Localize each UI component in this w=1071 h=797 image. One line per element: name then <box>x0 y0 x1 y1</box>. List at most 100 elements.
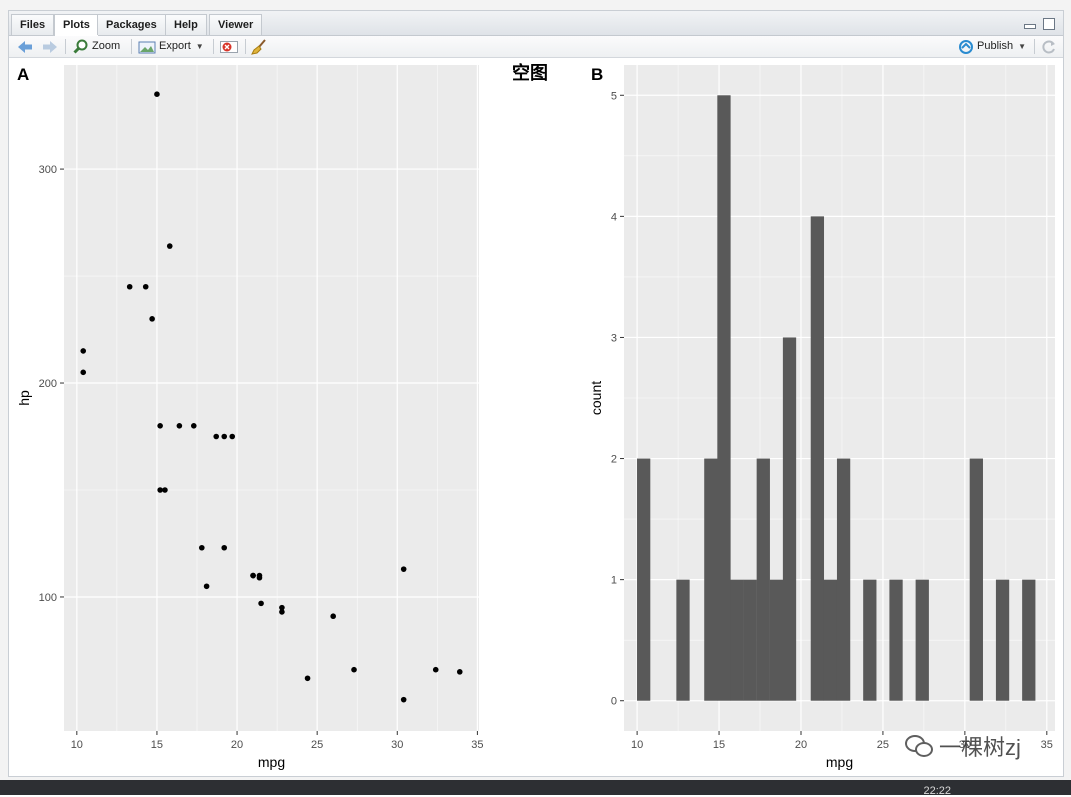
y-axis-title: count <box>588 381 604 415</box>
x-tick-label: 25 <box>311 739 323 751</box>
x-tick-label: 10 <box>71 739 83 751</box>
toolbar-divider <box>65 39 66 54</box>
watermark: 一棵树zj <box>905 730 1021 762</box>
x-tick-label: 15 <box>151 739 163 751</box>
scatter-point <box>258 600 264 607</box>
scatter-point <box>142 283 149 290</box>
y-tick-label: 1 <box>611 575 617 587</box>
export-menu-button[interactable]: Export ▼ <box>138 37 204 56</box>
x-tick-label: 35 <box>471 739 483 751</box>
scatter-point <box>157 423 163 429</box>
scatter-point <box>351 666 357 673</box>
tab-help[interactable]: Help <box>165 14 207 35</box>
wechat-icon <box>905 735 933 757</box>
toolbar-divider <box>131 39 132 54</box>
empty-plot-title: 空图 <box>512 62 548 84</box>
y-tick-label: 2 <box>611 454 617 466</box>
rstudio-window: Files Plots Packages Help Viewer Zoom Ex… <box>0 0 1071 795</box>
x-tick-label: 30 <box>391 739 403 751</box>
scatter-point <box>190 423 197 429</box>
scatter-point <box>157 487 163 493</box>
refresh-button[interactable] <box>1041 37 1057 56</box>
scatter-point <box>330 613 336 620</box>
remove-plot-icon <box>220 40 238 53</box>
x-axis-title: mpg <box>258 754 285 770</box>
y-tick-label: 4 <box>611 211 617 223</box>
histogram-bar <box>782 337 797 701</box>
histogram-bar <box>676 579 690 701</box>
pane-window-controls <box>1021 17 1055 35</box>
histogram-bar <box>730 579 744 701</box>
watermark-text: 一棵树zj <box>939 735 1021 760</box>
scatter-point <box>456 669 463 675</box>
scatter-point <box>400 566 407 572</box>
scatter-point <box>166 243 173 249</box>
chevron-down-icon: ▼ <box>1018 42 1026 51</box>
y-tick-label: 300 <box>39 164 57 176</box>
tab-packages[interactable]: Packages <box>97 14 166 35</box>
y-tick-label: 5 <box>611 90 617 102</box>
y-tick-label: 0 <box>611 696 617 708</box>
y-tick-label: 100 <box>39 592 57 604</box>
toolbar-divider <box>245 39 246 54</box>
plots-pane: Files Plots Packages Help Viewer Zoom Ex… <box>8 10 1064 777</box>
zoom-icon <box>73 39 88 54</box>
chevron-down-icon: ▼ <box>195 42 204 51</box>
scatter-point <box>279 604 285 611</box>
x-tick-label: 25 <box>877 739 889 751</box>
panel-tag: B <box>591 65 603 84</box>
y-tick-label: 3 <box>611 332 617 344</box>
histogram-bar <box>743 579 757 701</box>
x-tick-label: 35 <box>1041 739 1053 751</box>
histogram-bar <box>889 579 903 701</box>
publish-icon <box>959 39 973 54</box>
x-tick-label: 10 <box>631 739 643 751</box>
histogram-bar <box>717 95 731 701</box>
histogram-bar <box>637 458 651 701</box>
histogram-bar <box>769 579 784 701</box>
scatter-point <box>400 696 407 703</box>
forward-button[interactable] <box>42 37 58 56</box>
scatter-point <box>126 283 133 290</box>
taskbar <box>0 780 1071 795</box>
panel-background <box>64 65 479 731</box>
maximize-pane-button[interactable] <box>1043 18 1055 30</box>
scatter-point <box>250 572 256 579</box>
toolbar-divider <box>1034 39 1035 54</box>
scatter-point <box>162 487 168 493</box>
scatter-point <box>221 433 228 440</box>
tab-viewer[interactable]: Viewer <box>209 14 263 35</box>
histogram-bar <box>995 579 1010 701</box>
y-tick-label: 200 <box>39 378 57 390</box>
plots-toolbar: Zoom Export ▼ Publish ▼ <box>9 36 1063 58</box>
scatter-point <box>198 544 205 551</box>
broom-icon <box>251 38 266 55</box>
histogram-bar <box>810 216 825 701</box>
tab-files[interactable]: Files <box>11 14 55 35</box>
plot-canvas: 10 15 20 25 30 35100200300mpghpA10 15 20 25 30 350… <box>16 62 1055 770</box>
scatter-point <box>176 423 183 429</box>
histogram-bar <box>915 579 929 701</box>
plot-viewer: 10 15 20 25 30 35 100 200 300 mpg hp A 10 15 20 25 30 35 0… <box>9 58 1063 776</box>
clear-all-plots-button[interactable] <box>251 37 267 56</box>
tab-plots[interactable]: Plots <box>54 14 99 36</box>
zoom-label: Zoom <box>92 40 121 52</box>
scatter-point <box>80 369 87 376</box>
arrow-left-icon <box>18 40 32 53</box>
x-axis-title: mpg <box>826 754 853 770</box>
export-image-icon <box>138 41 156 53</box>
publish-menu-button[interactable]: Publish ▼ <box>958 37 1026 56</box>
x-tick-label: 15 <box>713 739 725 751</box>
toolbar-divider <box>213 39 214 54</box>
scatter-point <box>304 675 311 682</box>
histogram-bar <box>704 458 718 701</box>
back-button[interactable] <box>17 37 33 56</box>
minimize-pane-button[interactable] <box>1023 24 1036 29</box>
remove-plot-button[interactable] <box>220 37 238 56</box>
export-label: Export <box>159 40 191 52</box>
arrow-right-icon <box>43 40 57 53</box>
x-tick-label: 20 <box>795 739 807 751</box>
histogram-bar <box>836 458 851 701</box>
taskbar-clock: 22:22 <box>923 785 951 797</box>
zoom-button[interactable]: Zoom <box>73 37 120 56</box>
